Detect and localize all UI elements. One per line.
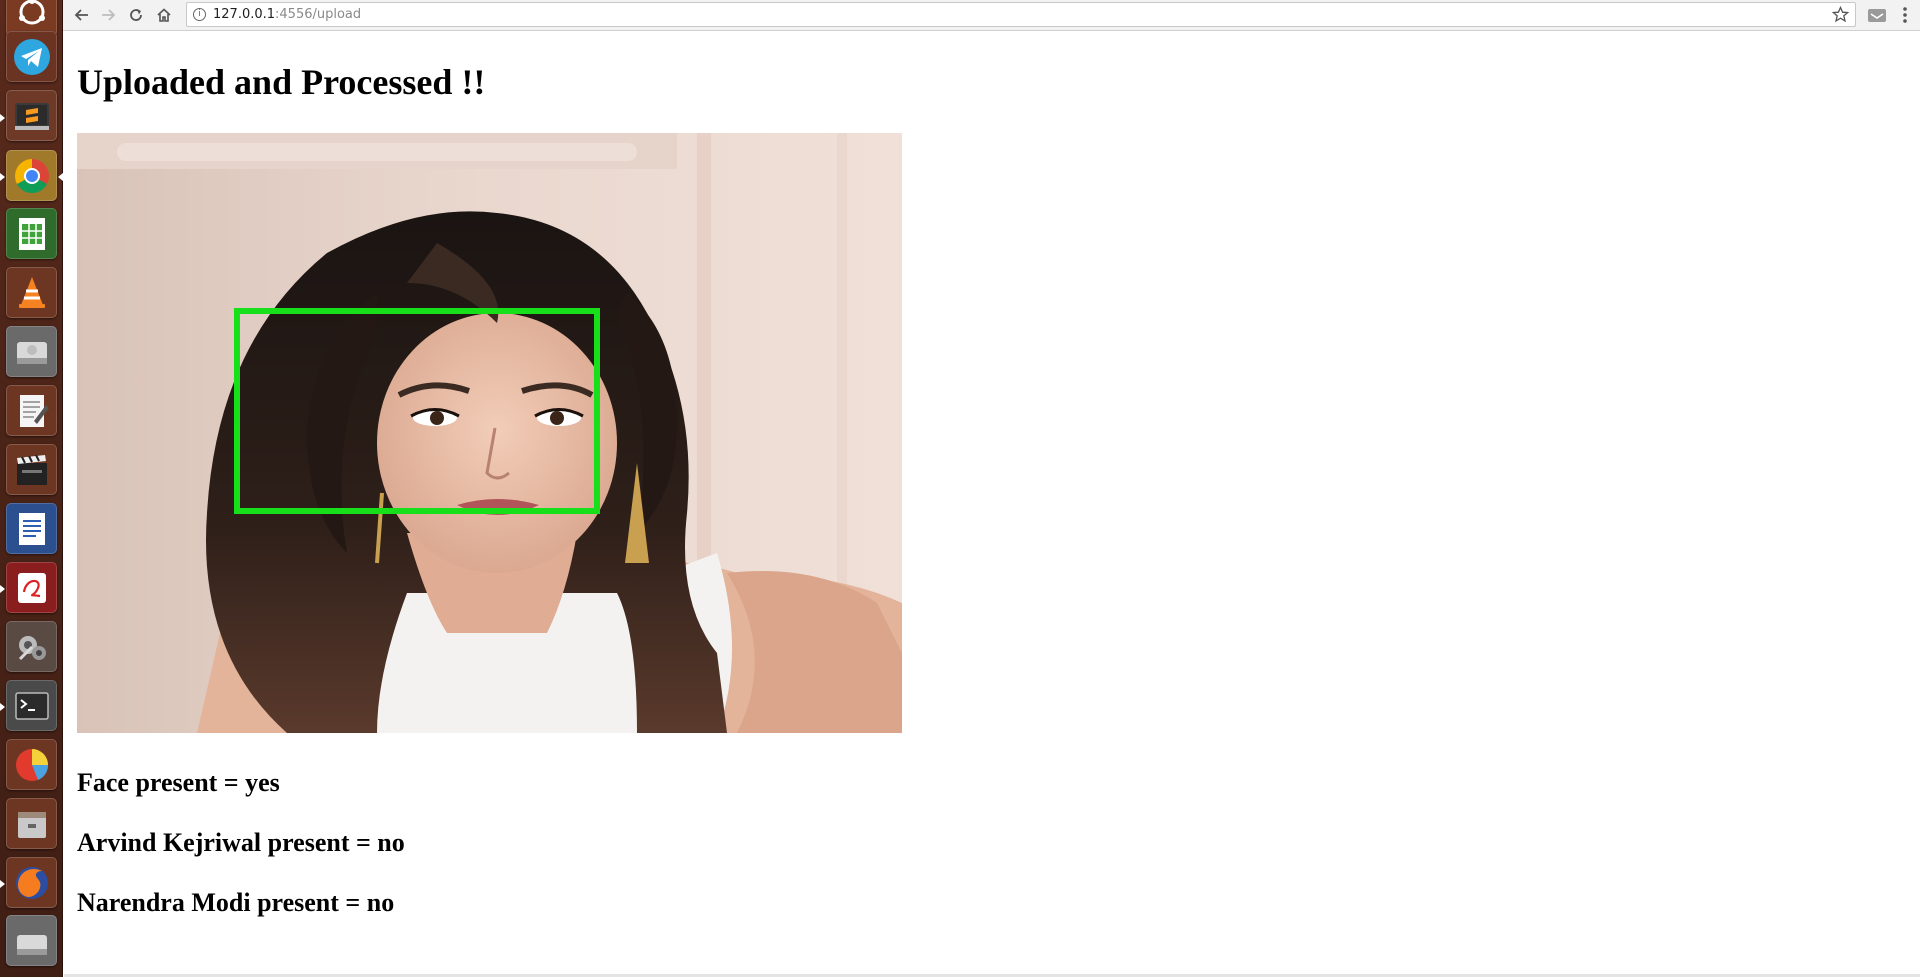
active-indicator [58, 173, 63, 181]
home-icon [157, 8, 171, 22]
page-content: Uploaded and Processed !! Face present =… [64, 32, 1920, 977]
url-host: 127.0.0.1 [213, 7, 276, 22]
running-indicator [0, 585, 5, 593]
video-editor-icon[interactable] [6, 444, 57, 495]
sublime-text-icon[interactable] [6, 90, 57, 141]
terminal-icon[interactable] [6, 680, 57, 731]
url-path: :4556/upload [275, 7, 362, 22]
file-archive-icon[interactable] [6, 798, 57, 849]
libreoffice-writer-icon[interactable] [6, 503, 57, 554]
kejriwal-present-result: Arvind Kejriwal present = no [77, 828, 405, 857]
bookmark-star-icon[interactable] [1832, 6, 1849, 23]
unity-launcher [0, 0, 63, 977]
back-arrow-icon [74, 9, 88, 21]
browser-toolbar: i 127.0.0.1:4556/upload [63, 0, 1920, 31]
modi-present-result: Narendra Modi present = no [77, 888, 395, 917]
info-icon[interactable]: i [193, 8, 206, 21]
page-title: Uploaded and Processed !! [77, 62, 486, 102]
url-text[interactable]: 127.0.0.1:4556/upload [213, 7, 361, 22]
face-present-result: Face present = yes [77, 768, 280, 797]
evince-icon[interactable] [6, 562, 57, 613]
removable-drive-icon[interactable] [6, 915, 57, 966]
forward-arrow-icon [102, 9, 116, 21]
reload-button[interactable] [125, 4, 147, 26]
firefox-icon[interactable] [6, 857, 57, 908]
vlc-icon[interactable] [6, 267, 57, 318]
home-button[interactable] [153, 4, 175, 26]
libreoffice-calc-icon[interactable] [6, 208, 57, 259]
forward-button[interactable] [97, 4, 119, 26]
extension-icon[interactable] [1866, 5, 1888, 25]
processed-photo [77, 133, 902, 733]
disk-usage-icon[interactable] [6, 739, 57, 790]
browser-menu-icon[interactable] [1897, 5, 1913, 25]
telegram-icon[interactable] [6, 31, 57, 82]
system-settings-icon[interactable] [6, 621, 57, 672]
text-editor-icon[interactable] [6, 385, 57, 436]
running-indicator [0, 173, 5, 181]
address-bar[interactable]: i 127.0.0.1:4556/upload [186, 2, 1856, 27]
back-button[interactable] [71, 4, 93, 26]
running-indicator [0, 703, 5, 711]
running-indicator [0, 880, 5, 888]
reload-icon [130, 9, 142, 21]
running-indicator [0, 114, 5, 122]
disk-drive-icon[interactable] [6, 326, 57, 377]
chrome-icon[interactable] [6, 150, 57, 201]
